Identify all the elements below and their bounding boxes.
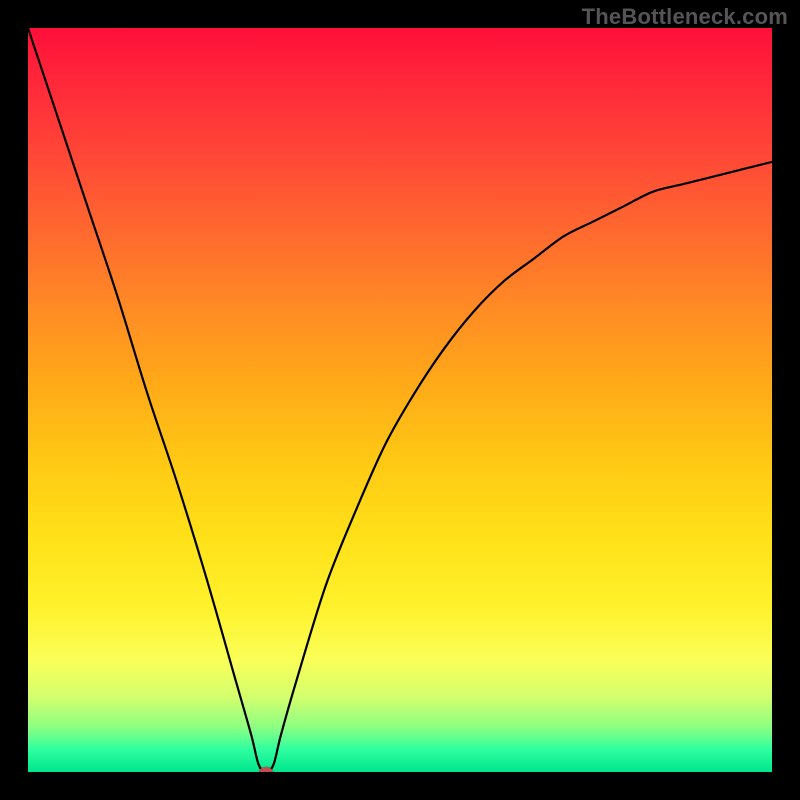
min-point-marker [259,767,273,772]
bottleneck-curve [28,28,772,772]
chart-frame: TheBottleneck.com [0,0,800,800]
plot-area [28,28,772,772]
watermark-text: TheBottleneck.com [582,4,788,30]
